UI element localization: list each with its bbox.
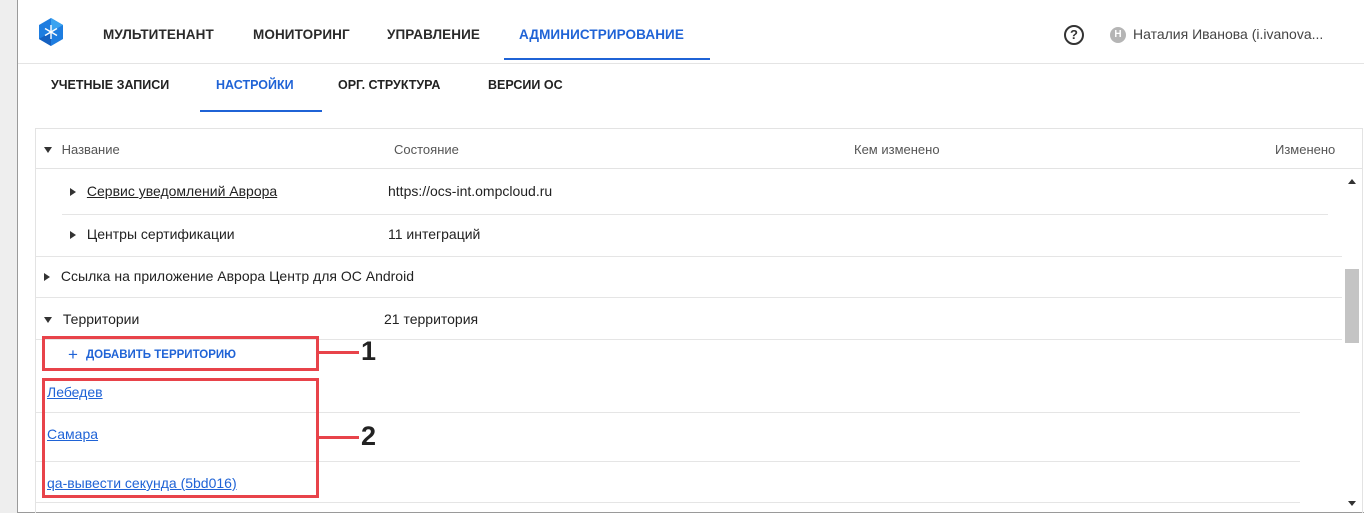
tab-active-indicator: [200, 110, 322, 112]
settings-subnav: УЧЕТНЫЕ ЗАПИСИ НАСТРОЙКИ ОРГ. СТРУКТУРА …: [18, 64, 1364, 114]
callout-leader-2: [319, 436, 359, 439]
aurora-logo-icon: [39, 18, 63, 46]
callout-leader-1: [319, 351, 359, 354]
column-header-state[interactable]: Состояние: [394, 142, 459, 157]
callout-box-1: [42, 336, 319, 371]
scroll-thumb[interactable]: [1345, 269, 1359, 343]
expand-caret-icon: [70, 188, 76, 196]
table-header: Название Состояние Кем изменено Изменено: [36, 129, 1362, 169]
user-menu[interactable]: Наталия Иванова (i.ivanova...: [1133, 26, 1323, 42]
nav-administration[interactable]: АДМИНИСТРИРОВАНИЕ: [519, 0, 684, 62]
nav-active-indicator: [504, 58, 710, 60]
column-header-name[interactable]: Название: [44, 142, 120, 157]
avatar: Н: [1110, 27, 1126, 43]
table-row[interactable]: Территории: [44, 311, 139, 327]
column-header-changed[interactable]: Изменено: [1275, 142, 1335, 157]
table-row[interactable]: Ссылка на приложение Аврора Центр для ОС…: [44, 268, 414, 284]
row-divider: [36, 256, 1342, 257]
column-header-changed-by[interactable]: Кем изменено: [854, 142, 940, 157]
callout-number-1: 1: [361, 336, 377, 366]
aurora-notify-link[interactable]: Сервис уведомлений Аврора: [87, 183, 277, 199]
row-divider: [36, 502, 1300, 503]
table-row[interactable]: Сервис уведомлений Аврора: [70, 183, 277, 199]
callout-box-2: [42, 378, 319, 498]
scroll-down-icon[interactable]: [1348, 501, 1356, 506]
table-scrollbar[interactable]: [1342, 171, 1362, 513]
tab-accounts[interactable]: УЧЕТНЫЕ ЗАПИСИ: [51, 78, 169, 92]
tab-settings[interactable]: НАСТРОЙКИ: [216, 78, 294, 92]
help-icon[interactable]: ?: [1064, 25, 1084, 45]
nav-monitoring[interactable]: МОНИТОРИНГ: [253, 0, 350, 62]
app-window: МУЛЬТИТЕНАНТ МОНИТОРИНГ УПРАВЛЕНИЕ АДМИН…: [17, 0, 1364, 513]
row-divider: [62, 214, 1328, 215]
nav-management[interactable]: УПРАВЛЕНИЕ: [387, 0, 480, 62]
collapse-caret-icon: [44, 317, 52, 323]
sort-caret-icon: [44, 147, 52, 153]
row-divider: [36, 297, 1342, 298]
aurora-notify-value: https://ocs-int.ompcloud.ru: [388, 183, 553, 199]
tab-org-structure[interactable]: ОРГ. СТРУКТУРА: [338, 78, 440, 92]
tab-os-versions[interactable]: ВЕРСИИ ОС: [488, 78, 563, 92]
expand-caret-icon: [44, 273, 50, 281]
table-row[interactable]: Центры сертификации: [70, 226, 235, 242]
territories-value: 21 территория: [384, 311, 479, 327]
scroll-up-icon[interactable]: [1348, 179, 1356, 184]
callout-number-2: 2: [361, 421, 377, 451]
expand-caret-icon: [70, 231, 76, 239]
nav-multitenant[interactable]: МУЛЬТИТЕНАНТ: [103, 0, 214, 62]
cert-centers-value: 11 интеграций: [388, 226, 481, 242]
top-navigation: МУЛЬТИТЕНАНТ МОНИТОРИНГ УПРАВЛЕНИЕ АДМИН…: [18, 0, 1364, 64]
